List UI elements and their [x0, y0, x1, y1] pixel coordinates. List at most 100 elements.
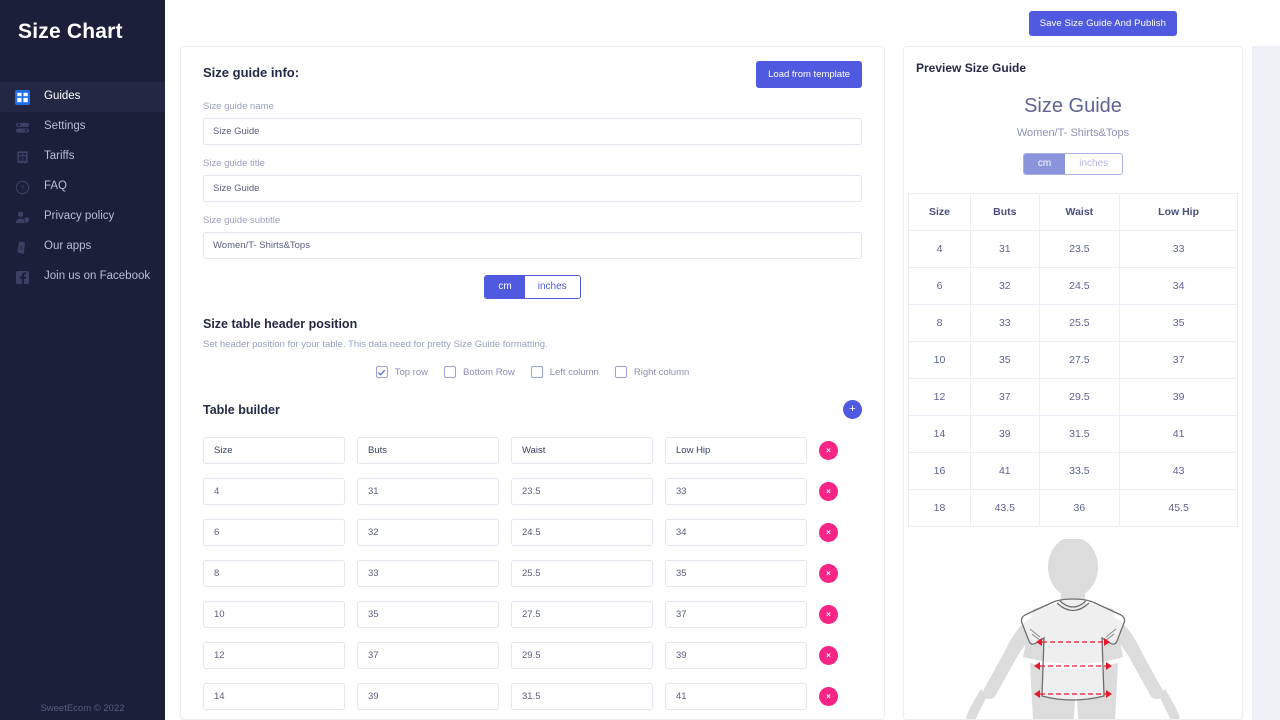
main-area: Save Size Guide And Publish Size guide i… [165, 0, 1280, 720]
sidebar-item-guides[interactable]: Guides [0, 82, 165, 112]
size-guide-title-field-group: Size guide title [203, 158, 862, 202]
facebook-icon [14, 269, 31, 286]
builder-cell-input[interactable] [511, 478, 653, 505]
checkbox-top-row[interactable]: Top row [375, 366, 428, 378]
sidebar-item-our-apps[interactable]: S Our apps [0, 232, 165, 262]
builder-cell-input[interactable] [665, 601, 807, 628]
builder-cell-input[interactable] [203, 560, 345, 587]
builder-cell-input[interactable] [511, 642, 653, 669]
delete-row-button[interactable]: × [819, 523, 838, 542]
preview-unit-toggle-wrap: cm inches [904, 153, 1242, 175]
checkbox-bottom-row[interactable]: Bottom Row [443, 366, 515, 378]
delete-row-button[interactable]: × [819, 687, 838, 706]
builder-cell-input[interactable] [665, 642, 807, 669]
builder-cell-input[interactable] [665, 437, 807, 464]
preview-table-head: Size Buts Waist Low Hip [908, 193, 1238, 231]
sidebar: Size Chart Guides Settings $ Tariffs ? F… [0, 0, 165, 720]
table-cell: 36 [1038, 489, 1121, 527]
table-cell: 31.5 [1038, 415, 1121, 453]
size-guide-subtitle-input[interactable] [203, 232, 862, 259]
size-guide-subtitle-field-group: Size guide subtitle [203, 215, 862, 259]
builder-cell-input[interactable] [357, 683, 499, 710]
checkbox-right-column[interactable]: Right column [614, 366, 690, 378]
builder-cell-input[interactable] [511, 683, 653, 710]
builder-cell-input[interactable] [203, 437, 345, 464]
sidebar-item-facebook[interactable]: Join us on Facebook [0, 262, 165, 292]
delete-row-button[interactable]: × [819, 482, 838, 501]
form-unit-cm-button[interactable]: cm [485, 276, 525, 298]
builder-cell-input[interactable] [511, 560, 653, 587]
form-unit-inches-button[interactable]: inches [524, 276, 580, 298]
builder-cell-input[interactable] [203, 478, 345, 505]
table-cell: 41 [1119, 415, 1238, 453]
sidebar-item-label: Guides [44, 90, 81, 103]
header-position-options: Top row Bottom Row Left column Right col… [203, 366, 862, 378]
builder-cell-input[interactable] [511, 519, 653, 546]
builder-cell-input[interactable] [203, 642, 345, 669]
builder-cell-input[interactable] [511, 437, 653, 464]
preview-header-row: Size Buts Waist Low Hip [908, 193, 1238, 231]
sidebar-footer-copyright: SweetEcom © 2022 [40, 703, 125, 714]
table-row: 8 33 25.5 35 [908, 304, 1238, 342]
builder-cell-input[interactable] [357, 478, 499, 505]
female-torso-measurement-diagram-icon [966, 539, 1180, 719]
builder-cell-input[interactable] [203, 601, 345, 628]
preview-unit-inches-button[interactable]: inches [1065, 154, 1123, 174]
size-guide-title-label: Size guide title [203, 158, 265, 169]
table-cell: 31 [970, 230, 1040, 268]
builder-cell-input[interactable] [511, 601, 653, 628]
card-header: Size guide info: Load from template [203, 61, 862, 88]
user-shield-icon [14, 209, 31, 226]
builder-cell-input[interactable] [357, 601, 499, 628]
builder-cell-input[interactable] [357, 519, 499, 546]
grid-icon [14, 89, 31, 106]
sidebar-item-privacy-policy[interactable]: Privacy policy [0, 202, 165, 232]
sidebar-item-settings[interactable]: Settings [0, 112, 165, 142]
builder-cell-input[interactable] [665, 519, 807, 546]
save-size-guide-and-publish-button[interactable]: Save Size Guide And Publish [1028, 10, 1177, 36]
builder-cell-input[interactable] [665, 560, 807, 587]
form-unit-toggle-wrap: cm inches [203, 275, 862, 299]
builder-cell-input[interactable] [357, 642, 499, 669]
table-row: 12 37 29.5 39 [908, 378, 1238, 416]
table-cell: 12 [908, 378, 971, 416]
size-guide-name-input[interactable] [203, 118, 862, 145]
builder-cell-input[interactable] [665, 478, 807, 505]
table-builder-title: Table builder [203, 402, 280, 417]
measurement-illustration-wrap [904, 539, 1242, 719]
size-guide-title-input[interactable] [203, 175, 862, 202]
load-from-template-button[interactable]: Load from template [756, 61, 862, 88]
delete-row-button[interactable]: × [819, 441, 838, 460]
preview-col-header: Size [908, 193, 971, 231]
builder-cell-input[interactable] [357, 560, 499, 587]
table-builder-rows: × × × [203, 437, 862, 710]
brand-title: Size Chart [18, 20, 123, 43]
table-cell: 8 [908, 304, 971, 342]
add-row-button[interactable]: + [843, 400, 862, 419]
table-cell: 6 [908, 267, 971, 305]
checkbox-label: Right column [633, 366, 690, 378]
builder-cell-input[interactable] [203, 683, 345, 710]
builder-cell-input[interactable] [665, 683, 807, 710]
preview-table-body: 4 31 23.5 33 6 32 24.5 34 8 33 25.5 35 1… [908, 230, 1238, 527]
delete-row-button[interactable]: × [819, 646, 838, 665]
sidebar-item-faq[interactable]: ? FAQ [0, 172, 165, 202]
preview-col-header: Buts [970, 193, 1040, 231]
preview-unit-cm-button[interactable]: cm [1023, 154, 1066, 174]
form-unit-toggle: cm inches [484, 275, 581, 299]
header-position-title: Size table header position [203, 317, 358, 331]
table-cell: 33.5 [1038, 452, 1121, 490]
delete-row-button[interactable]: × [819, 605, 838, 624]
builder-cell-input[interactable] [357, 437, 499, 464]
table-cell: 16 [908, 452, 971, 490]
table-builder-row: × [203, 683, 862, 710]
builder-cell-input[interactable] [203, 519, 345, 546]
checkbox-left-column[interactable]: Left column [530, 366, 599, 378]
sidebar-item-tariffs[interactable]: $ Tariffs [0, 142, 165, 172]
table-cell: 37 [970, 378, 1040, 416]
table-cell: 23.5 [1038, 230, 1121, 268]
size-guide-name-label: Size guide name [203, 101, 274, 112]
app-root: Size Chart Guides Settings $ Tariffs ? F… [0, 0, 1280, 720]
delete-row-button[interactable]: × [819, 564, 838, 583]
question-circle-icon: ? [14, 179, 31, 196]
